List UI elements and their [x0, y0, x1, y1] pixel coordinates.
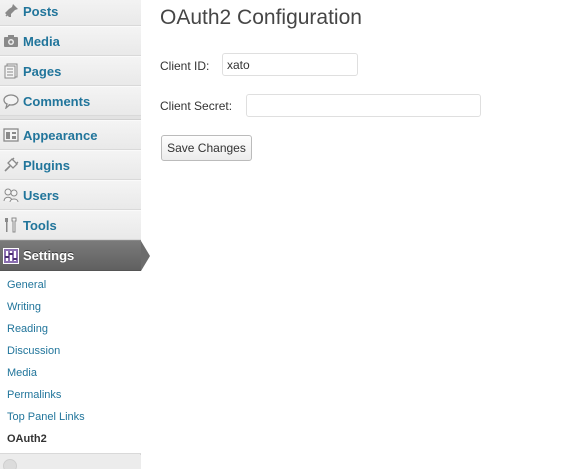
- menu-item-settings[interactable]: Settings: [0, 240, 141, 271]
- menu-item-appearance[interactable]: Appearance: [0, 120, 141, 150]
- main-content: OAuth2 Configuration Client ID: Client S…: [142, 0, 575, 469]
- menu-label-posts: Posts: [23, 3, 59, 19]
- submenu-item-discussion[interactable]: Discussion: [7, 345, 60, 357]
- settings-icon: [3, 247, 19, 264]
- menu-label-media: Media: [23, 33, 60, 49]
- menu-item-posts[interactable]: Posts: [0, 0, 141, 26]
- collapse-menu-icon[interactable]: [3, 459, 17, 469]
- pin-icon: [3, 3, 19, 19]
- appearance-icon: [3, 127, 19, 143]
- admin-sidebar: Posts Media Pages Comments Appearance Pl…: [0, 0, 141, 469]
- tools-icon: [3, 217, 19, 233]
- collapse-menu-strip: [0, 455, 141, 469]
- submenu-item-reading[interactable]: Reading: [7, 323, 48, 335]
- settings-submenu: General Writing Reading Discussion Media…: [0, 271, 141, 454]
- submenu-item-media[interactable]: Media: [7, 367, 37, 379]
- menu-label-users: Users: [23, 187, 60, 203]
- menu-item-media[interactable]: Media: [0, 26, 141, 56]
- pages-icon: [3, 63, 19, 79]
- client-id-input[interactable]: [222, 53, 358, 76]
- submenu-item-general[interactable]: General: [7, 279, 46, 291]
- submenu-item-permalinks[interactable]: Permalinks: [7, 389, 61, 401]
- client-secret-input[interactable]: [246, 94, 481, 117]
- page-title: OAuth2 Configuration: [160, 6, 362, 29]
- submenu-item-top-panel-links[interactable]: Top Panel Links: [7, 411, 85, 423]
- submenu-item-oauth2[interactable]: OAuth2: [7, 433, 47, 445]
- camera-icon: [3, 33, 19, 49]
- menu-item-comments[interactable]: Comments: [0, 86, 141, 116]
- plug-icon: [3, 157, 19, 173]
- client-id-label: Client ID:: [160, 59, 210, 73]
- menu-label-plugins: Plugins: [23, 157, 70, 173]
- users-icon: [3, 187, 19, 203]
- menu-label-settings: Settings: [23, 248, 75, 263]
- menu-item-pages[interactable]: Pages: [0, 56, 141, 86]
- save-changes-button[interactable]: Save Changes: [161, 135, 252, 161]
- menu-label-pages: Pages: [23, 63, 62, 79]
- client-secret-label: Client Secret:: [160, 99, 233, 113]
- menu-item-tools[interactable]: Tools: [0, 210, 141, 240]
- menu-label-appearance: Appearance: [23, 127, 98, 143]
- menu-item-plugins[interactable]: Plugins: [0, 150, 141, 180]
- menu-label-tools: Tools: [23, 217, 57, 233]
- submenu-item-writing[interactable]: Writing: [7, 301, 41, 313]
- comment-bubble-icon: [3, 93, 19, 109]
- menu-label-comments: Comments: [23, 93, 91, 109]
- menu-item-users[interactable]: Users: [0, 180, 141, 210]
